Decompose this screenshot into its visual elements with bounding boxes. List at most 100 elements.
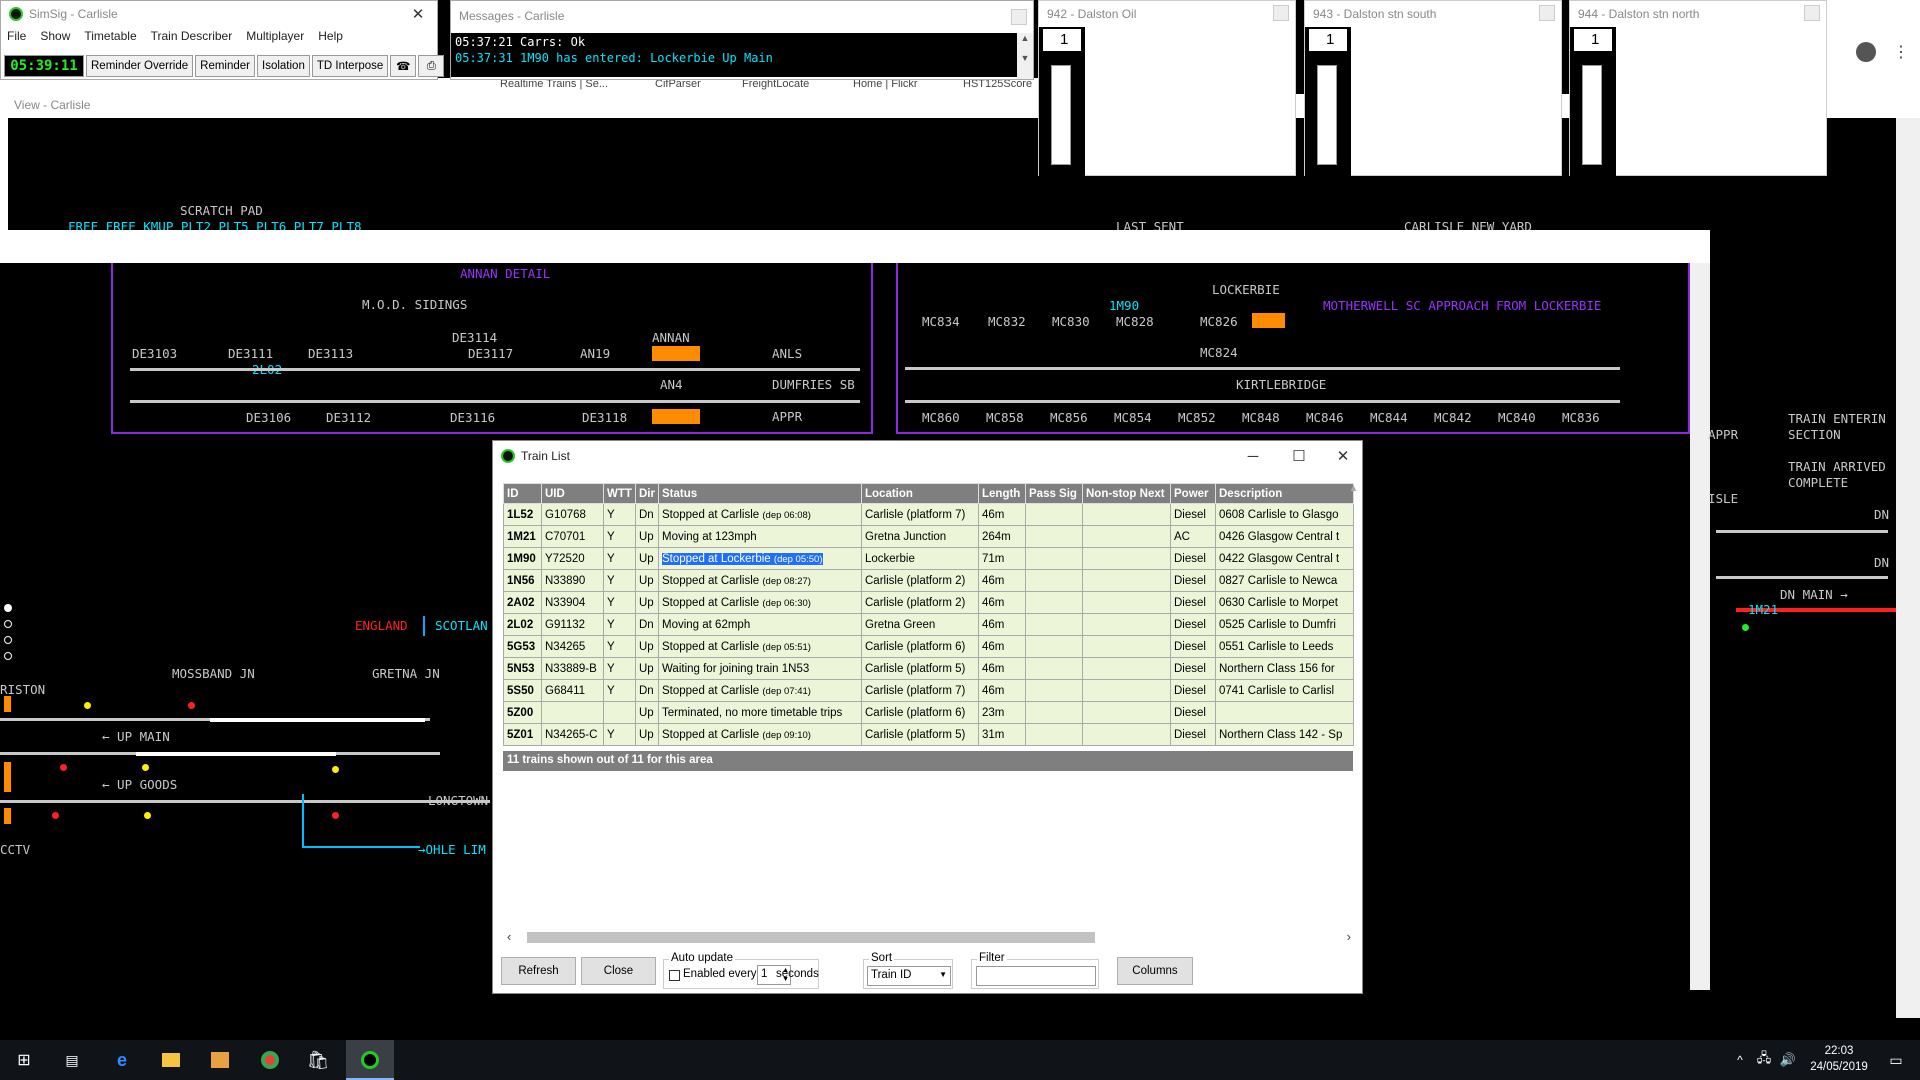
signal-mc828[interactable]: MC828	[1116, 314, 1154, 329]
column-header[interactable]: WTT	[603, 483, 636, 504]
printer-icon[interactable]: ⎙	[418, 55, 445, 77]
table-row[interactable]: 1L52 G10768 Y Dn Stopped at Carlisle (dep 06…	[503, 503, 1354, 526]
windows-start-icon[interactable]: ⊞	[12, 1048, 36, 1072]
signal-an4[interactable]: AN4	[660, 377, 683, 392]
filter-input[interactable]	[976, 966, 1096, 986]
signal-de3114[interactable]: DE3114	[452, 330, 497, 345]
column-header[interactable]: Location	[861, 483, 979, 504]
train-1m90[interactable]: 1M90	[1109, 298, 1139, 313]
close-icon[interactable]: ✕	[401, 1, 435, 27]
clock-time[interactable]: 22:03	[1814, 1045, 1864, 1057]
signal-mc832[interactable]: MC832	[988, 314, 1026, 329]
signal-mc846[interactable]: MC846	[1306, 410, 1344, 425]
signal-mc830[interactable]: MC830	[1052, 314, 1090, 329]
hscroll-thumb[interactable]	[527, 932, 1095, 943]
column-header[interactable]: Status	[658, 483, 862, 504]
minimize-icon[interactable]	[1539, 5, 1555, 21]
selected-status[interactable]: Stopped at Lockerbie (dep 05:50)	[661, 551, 824, 566]
reminder-button[interactable]: Reminder	[195, 55, 256, 77]
close-icon[interactable]: ✕	[1326, 443, 1360, 469]
table-hscroll[interactable]: ‹ ›	[503, 929, 1363, 945]
signal-de3117[interactable]: DE3117	[468, 346, 513, 361]
refresh-button[interactable]: Refresh	[501, 957, 576, 985]
telephone-icon[interactable]: ☎	[390, 55, 417, 77]
signal-aspect[interactable]	[84, 702, 91, 709]
signal-aspect[interactable]	[60, 764, 67, 771]
signal-mc826[interactable]: MC826	[1200, 314, 1238, 329]
chevron-down-icon[interactable]: ▼	[939, 970, 947, 979]
menu-multiplayer[interactable]: Multiplayer	[246, 29, 304, 43]
berth-scrollbar[interactable]	[1051, 65, 1071, 165]
signal-aspect[interactable]	[332, 812, 339, 819]
signal-aspect[interactable]	[188, 702, 195, 709]
task-view-icon[interactable]: ▤	[60, 1048, 84, 1072]
signal-de3106[interactable]: DE3106	[246, 410, 291, 425]
table-row[interactable]: 1N56 N33890 Y Up Stopped at Carlisle (dep 08…	[503, 569, 1354, 592]
sort-select[interactable]: Train ID ▼	[867, 966, 951, 986]
signal-mc834[interactable]: MC834	[922, 314, 960, 329]
maximize-icon[interactable]: ☐	[1282, 443, 1316, 469]
menu-timetable[interactable]: Timetable	[84, 29, 136, 43]
signal-de3116[interactable]: DE3116	[450, 410, 495, 425]
signal-de3118[interactable]: DE3118	[582, 410, 627, 425]
menu-icon[interactable]: ⋮	[1893, 42, 1909, 62]
td-interpose-button[interactable]: TD Interpose	[311, 55, 389, 77]
edge-browser-icon[interactable]: e	[110, 1048, 134, 1072]
scroll-right-icon[interactable]: ›	[1347, 929, 1351, 944]
column-header[interactable]: Pass Sig	[1025, 483, 1083, 504]
signal-mc858[interactable]: MC858	[986, 410, 1024, 425]
signal-de3103[interactable]: DE3103	[132, 346, 177, 361]
signal-aspect[interactable]	[52, 812, 59, 819]
file-explorer-icon[interactable]	[159, 1048, 183, 1072]
table-row[interactable]: 5Z00 Up Terminated, no more timetable trip…	[503, 701, 1354, 724]
table-row[interactable]: 1M90 Y72520 Y Up Stopped at Lockerbie (dep 0…	[503, 547, 1354, 570]
signal-mc852[interactable]: MC852	[1178, 410, 1216, 425]
signal-mc840[interactable]: MC840	[1498, 410, 1536, 425]
signal-mc854[interactable]: MC854	[1114, 410, 1152, 425]
media-player-icon[interactable]	[208, 1048, 232, 1072]
column-header[interactable]: Power	[1170, 483, 1216, 504]
table-vscroll[interactable]: ▲	[1346, 483, 1361, 911]
signal-mc860[interactable]: MC860	[922, 410, 960, 425]
minimize-icon[interactable]	[1273, 5, 1289, 21]
reminder-override-button[interactable]: Reminder Override	[86, 55, 194, 77]
signal-mc824[interactable]: MC824	[1200, 345, 1238, 360]
columns-button[interactable]: Columns	[1117, 957, 1193, 985]
isolation-button[interactable]: Isolation	[257, 55, 310, 77]
chevron-up-icon[interactable]: ^	[1728, 1048, 1752, 1072]
store-icon[interactable]: 🛍	[306, 1048, 330, 1072]
signal-mc842[interactable]: MC842	[1434, 410, 1472, 425]
berth-scrollbar[interactable]	[1582, 65, 1602, 165]
table-row[interactable]: 2L02 G91132 Y Dn Moving at 62mph Gretna Green…	[503, 613, 1354, 636]
signal-aspect[interactable]	[142, 764, 149, 771]
table-row[interactable]: 5N53 N33889-B Y Up Waiting for joining train…	[503, 657, 1354, 680]
column-header[interactable]: Non-stop Next	[1082, 483, 1171, 504]
close-button[interactable]: Close	[581, 957, 656, 985]
signal-mc856[interactable]: MC856	[1050, 410, 1088, 425]
minimize-icon[interactable]	[1804, 5, 1820, 21]
menu-show[interactable]: Show	[40, 29, 70, 43]
right-view-scroll[interactable]	[1896, 118, 1920, 1018]
column-header[interactable]: Dir	[635, 483, 659, 504]
network-icon[interactable]: 🖧	[1752, 1048, 1776, 1072]
menu-file[interactable]: File	[7, 29, 26, 43]
signal-de3112[interactable]: DE3112	[326, 410, 371, 425]
scroll-left-icon[interactable]: ‹	[507, 929, 511, 944]
avatar[interactable]	[1856, 42, 1876, 62]
column-header[interactable]: Length	[978, 483, 1026, 504]
view-vscroll[interactable]	[1690, 263, 1710, 990]
column-header[interactable]: Description	[1215, 483, 1354, 504]
signal-aspect[interactable]	[332, 766, 339, 773]
signal-de3113[interactable]: DE3113	[308, 346, 353, 361]
menu-help[interactable]: Help	[318, 29, 343, 43]
train-1m21[interactable]: 1M21	[1748, 602, 1778, 617]
clock-date[interactable]: 24/05/2019	[1804, 1061, 1874, 1073]
table-row[interactable]: 2A02 N33904 Y Up Stopped at Carlisle (dep 06…	[503, 591, 1354, 614]
column-header[interactable]: UID	[541, 483, 604, 504]
berth-scrollbar[interactable]	[1317, 65, 1337, 165]
table-row[interactable]: 1M21 C70701 Y Up Moving at 123mph Gretna Junc…	[503, 525, 1354, 548]
signal-mc844[interactable]: MC844	[1370, 410, 1408, 425]
signal-de3111[interactable]: DE3111	[228, 346, 273, 361]
table-row[interactable]: 5S50 G68411 Y Dn Stopped at Carlisle (dep 07…	[503, 679, 1354, 702]
signal-mc836[interactable]: MC836	[1562, 410, 1600, 425]
